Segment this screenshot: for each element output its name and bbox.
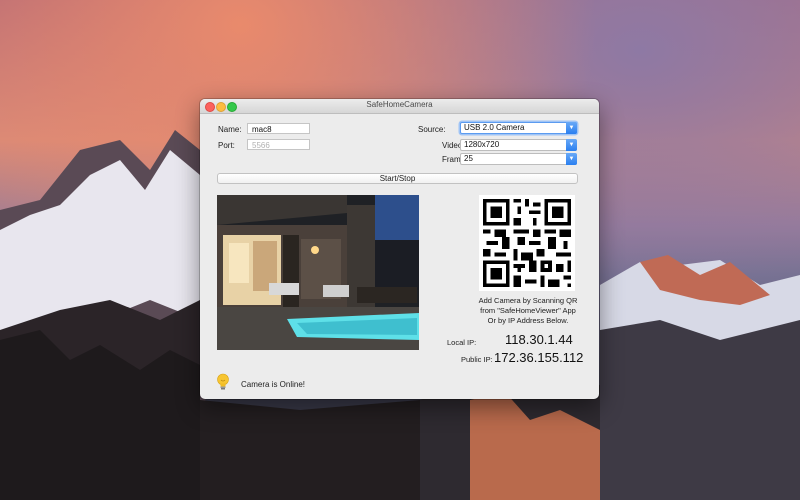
qr-caption: Add Camera by Scanning QR from "SafeHome… [458, 296, 598, 326]
frame-rate-select[interactable]: 25 ▼ [460, 153, 577, 165]
public-ip-value: 172.36.155.112 [494, 350, 584, 365]
start-stop-button[interactable]: Start/Stop [217, 173, 578, 184]
name-label: Name: [218, 125, 242, 134]
port-field[interactable]: 5566 [247, 139, 310, 150]
source-label: Source: [418, 125, 446, 134]
window-title: SafeHomeCamera [366, 100, 433, 109]
video-size-select[interactable]: 1280x720 ▼ [460, 139, 577, 151]
public-ip-label: Public IP: [461, 355, 493, 364]
qr-code-image [479, 195, 575, 291]
chevron-down-icon: ▼ [566, 139, 577, 151]
chevron-down-icon: ▼ [566, 122, 577, 134]
title-bar[interactable]: SafeHomeCamera [200, 99, 599, 114]
camera-preview [217, 195, 419, 350]
port-label: Port: [218, 141, 235, 150]
camera-preview-image [217, 195, 419, 350]
app-window: SafeHomeCamera Name: mac8 Port: 5566 Sou… [200, 99, 599, 399]
qr-caption-line: Or by IP Address Below. [487, 316, 569, 325]
local-ip-label: Local IP: [447, 338, 477, 347]
local-ip-value: 118.30.1.44 [505, 332, 573, 347]
chevron-down-icon: ▼ [566, 153, 577, 165]
name-field[interactable]: mac8 [247, 123, 310, 134]
frame-rate-value: 25 [464, 154, 473, 163]
video-size-value: 1280x720 [464, 140, 500, 149]
source-select[interactable]: USB 2.0 Camera ▼ [460, 122, 577, 134]
qr-caption-line: Add Camera by Scanning QR [478, 296, 578, 305]
qr-caption-line: from "SafeHomeViewer" App [480, 306, 576, 315]
status-text: Camera is Online! [241, 380, 306, 389]
source-value: USB 2.0 Camera [464, 123, 525, 132]
lightbulb-icon [217, 373, 229, 390]
